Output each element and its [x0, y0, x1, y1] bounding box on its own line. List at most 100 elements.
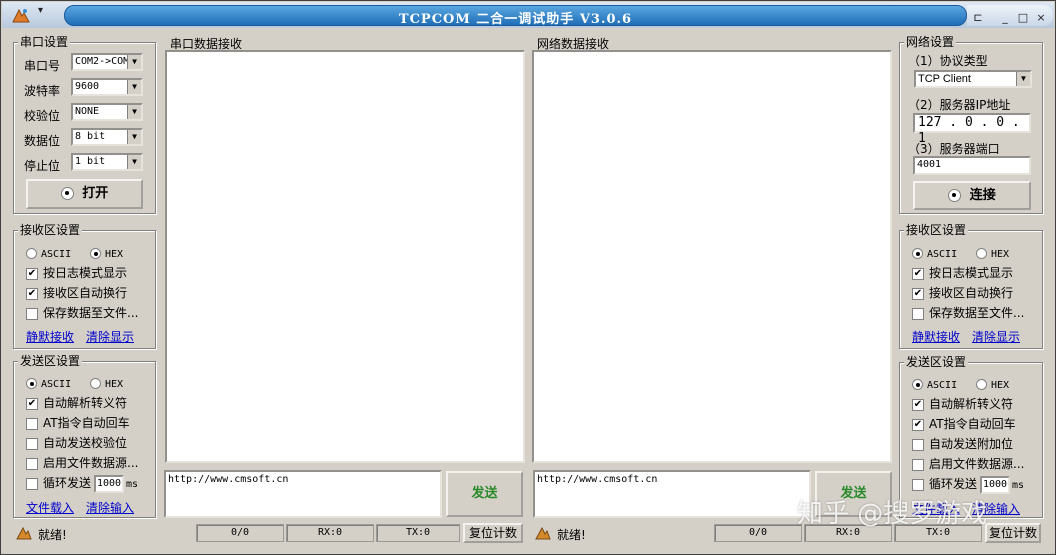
- check-icon: ✔: [26, 287, 38, 300]
- watermark-text: 知乎 @搜罗游戏: [797, 499, 988, 529]
- check-icon: ✔: [26, 267, 38, 280]
- checkbox-empty-icon: [912, 478, 924, 491]
- left-file-load-link[interactable]: 文件载入: [26, 499, 74, 516]
- right-recv-ascii-radio[interactable]: ASCII: [912, 243, 957, 263]
- left-loop-ms-input[interactable]: 1000: [94, 475, 124, 493]
- left-recv-ascii-radio[interactable]: ASCII: [26, 243, 71, 263]
- left-save-file-checkbox[interactable]: 保存数据至文件...: [26, 303, 138, 323]
- left-send-settings-group: 发送区设置 ASCII HEX ✔ 自动解析转义符 AT指令自动回车 自动发送校验…: [13, 354, 156, 518]
- parity-select[interactable]: NONE ▼: [71, 103, 143, 121]
- server-port-label: （3）服务器端口: [908, 142, 1000, 156]
- status-count-value: 0/0: [230, 527, 250, 538]
- left-save-file-label: 保存数据至文件...: [43, 306, 139, 320]
- left-recv-settings-group: 接收区设置 ASCII HEX ✔ 按日志模式显示 ✔ 接收区自动换行 保存数据至文…: [13, 223, 156, 349]
- chevron-down-icon[interactable]: ▼: [1016, 72, 1030, 86]
- chevron-down-icon[interactable]: ▼: [127, 130, 141, 144]
- left-recv-title: 接收区设置: [18, 223, 83, 237]
- left-at-cr-checkbox[interactable]: AT指令自动回车: [26, 413, 130, 433]
- status-count-cell: 0/0: [196, 524, 284, 542]
- system-menu[interactable]: ▾: [6, 5, 66, 25]
- right-send-title: 发送区设置: [904, 355, 969, 369]
- right-mute-link[interactable]: 静默接收: [912, 328, 960, 345]
- check-icon: ✔: [912, 418, 924, 431]
- checkbox-empty-icon: [912, 307, 924, 320]
- checkbox-empty-icon: [26, 457, 38, 470]
- left-auto-wrap-checkbox[interactable]: ✔ 接收区自动换行: [26, 283, 127, 303]
- left-send-hex-radio[interactable]: HEX: [90, 373, 123, 393]
- right-recv-hex-radio[interactable]: HEX: [976, 243, 1009, 263]
- minimize-button[interactable]: _: [997, 10, 1013, 26]
- left-recv-hex-radio[interactable]: HEX: [90, 243, 123, 263]
- left-auto-checksum-label: 自动发送校验位: [43, 436, 128, 450]
- serial-send-button[interactable]: 发送: [446, 471, 523, 517]
- radio-icon: [912, 248, 923, 259]
- baud-label: 波特率: [24, 84, 61, 98]
- net-send-input[interactable]: http://www.cmsoft.cn: [533, 470, 811, 518]
- left-auto-checksum-checkbox[interactable]: 自动发送校验位: [26, 433, 127, 453]
- left-auto-escape-label: 自动解析转义符: [43, 396, 128, 410]
- reset-count-button[interactable]: 复位计数: [463, 523, 523, 543]
- protocol-select[interactable]: TCP Client ▼: [914, 70, 1032, 88]
- radio-icon: [90, 378, 101, 389]
- stopbits-select[interactable]: 1 bit ▼: [71, 153, 143, 171]
- right-loop-send-checkbox[interactable]: 循环发送: [912, 474, 977, 494]
- right-send-ascii-radio[interactable]: ASCII: [912, 374, 957, 394]
- chevron-down-icon[interactable]: ▼: [127, 105, 141, 119]
- right-send-ascii-label: ASCII: [927, 380, 958, 391]
- right-log-mode-checkbox[interactable]: ✔ 按日志模式显示: [912, 263, 1013, 283]
- chevron-down-icon[interactable]: ▼: [127, 80, 141, 94]
- left-log-mode-label: 按日志模式显示: [43, 266, 128, 280]
- baud-select[interactable]: 9600 ▼: [71, 78, 143, 96]
- left-clear-link[interactable]: 清除显示: [86, 328, 134, 345]
- left-log-mode-checkbox[interactable]: ✔ 按日志模式显示: [26, 263, 127, 283]
- right-clear-link[interactable]: 清除显示: [972, 328, 1020, 345]
- pin-icon[interactable]: ⊏: [970, 10, 986, 26]
- ip-address-input[interactable]: 127 . 0 . 0 . 1: [913, 113, 1031, 146]
- ready-icon: [16, 526, 32, 540]
- status-rx-value: RX:0: [317, 527, 343, 538]
- serial-recv-textarea[interactable]: [165, 50, 525, 463]
- right-save-file-checkbox[interactable]: 保存数据至文件...: [912, 303, 1024, 323]
- left-file-source-checkbox[interactable]: 启用文件数据源...: [26, 453, 138, 473]
- right-file-source-checkbox[interactable]: 启用文件数据源...: [912, 454, 1024, 474]
- port-label: 串口号: [24, 59, 61, 73]
- right-auto-append-checkbox[interactable]: 自动发送附加位: [912, 434, 1013, 454]
- net-status-ready-text: 就绪!: [557, 528, 586, 542]
- left-auto-escape-checkbox[interactable]: ✔ 自动解析转义符: [26, 393, 127, 413]
- databits-select[interactable]: 8 bit ▼: [71, 128, 143, 146]
- chevron-down-icon[interactable]: ▼: [127, 55, 141, 69]
- right-ms-label: ms: [1012, 480, 1025, 491]
- net-reset-count-label: 复位计数: [988, 526, 1037, 540]
- databits-label: 数据位: [24, 134, 61, 148]
- right-file-source-label: 启用文件数据源...: [929, 457, 1025, 471]
- left-mute-link[interactable]: 静默接收: [26, 328, 74, 345]
- radio-icon: [976, 248, 987, 259]
- left-clear-input-link[interactable]: 清除输入: [86, 499, 134, 516]
- title-bar[interactable]: ▾ TCPCOM 二合一调试助手 V3.0.6 ⊏ _ □ ×: [2, 2, 1054, 28]
- open-port-button[interactable]: 打开: [26, 179, 143, 209]
- right-send-hex-radio[interactable]: HEX: [976, 374, 1009, 394]
- right-at-cr-checkbox[interactable]: ✔ AT指令自动回车: [912, 414, 1016, 434]
- net-reset-count-button[interactable]: 复位计数: [985, 523, 1041, 543]
- left-loop-send-checkbox[interactable]: 循环发送: [26, 473, 91, 493]
- right-recv-settings-group: 接收区设置 ASCII HEX ✔ 按日志模式显示 ✔ 接收区自动换行 保存数据至文…: [899, 223, 1043, 349]
- right-auto-wrap-checkbox[interactable]: ✔ 接收区自动换行: [912, 283, 1013, 303]
- right-auto-escape-checkbox[interactable]: ✔ 自动解析转义符: [912, 394, 1013, 414]
- close-button[interactable]: ×: [1033, 10, 1049, 26]
- net-settings-title: 网络设置: [904, 35, 957, 49]
- right-loop-ms-input[interactable]: 1000: [980, 476, 1010, 494]
- maximize-button[interactable]: □: [1015, 10, 1031, 26]
- chevron-down-icon[interactable]: ▼: [127, 155, 141, 169]
- ready-icon: [535, 526, 551, 540]
- right-send-hex-label: HEX: [991, 380, 1010, 391]
- server-port-value: 4001: [917, 159, 942, 170]
- server-port-input[interactable]: 4001: [913, 156, 1031, 175]
- left-send-ascii-radio[interactable]: ASCII: [26, 373, 71, 393]
- serial-send-input[interactable]: http://www.cmsoft.cn: [164, 470, 442, 518]
- connect-button[interactable]: 连接: [913, 181, 1031, 210]
- net-recv-textarea[interactable]: [532, 50, 892, 463]
- status-tx-cell: TX:0: [376, 524, 460, 542]
- status-ready-text: 就绪!: [38, 528, 67, 542]
- radio-icon: [90, 248, 101, 259]
- port-select[interactable]: COM2->COM ▼: [71, 53, 143, 71]
